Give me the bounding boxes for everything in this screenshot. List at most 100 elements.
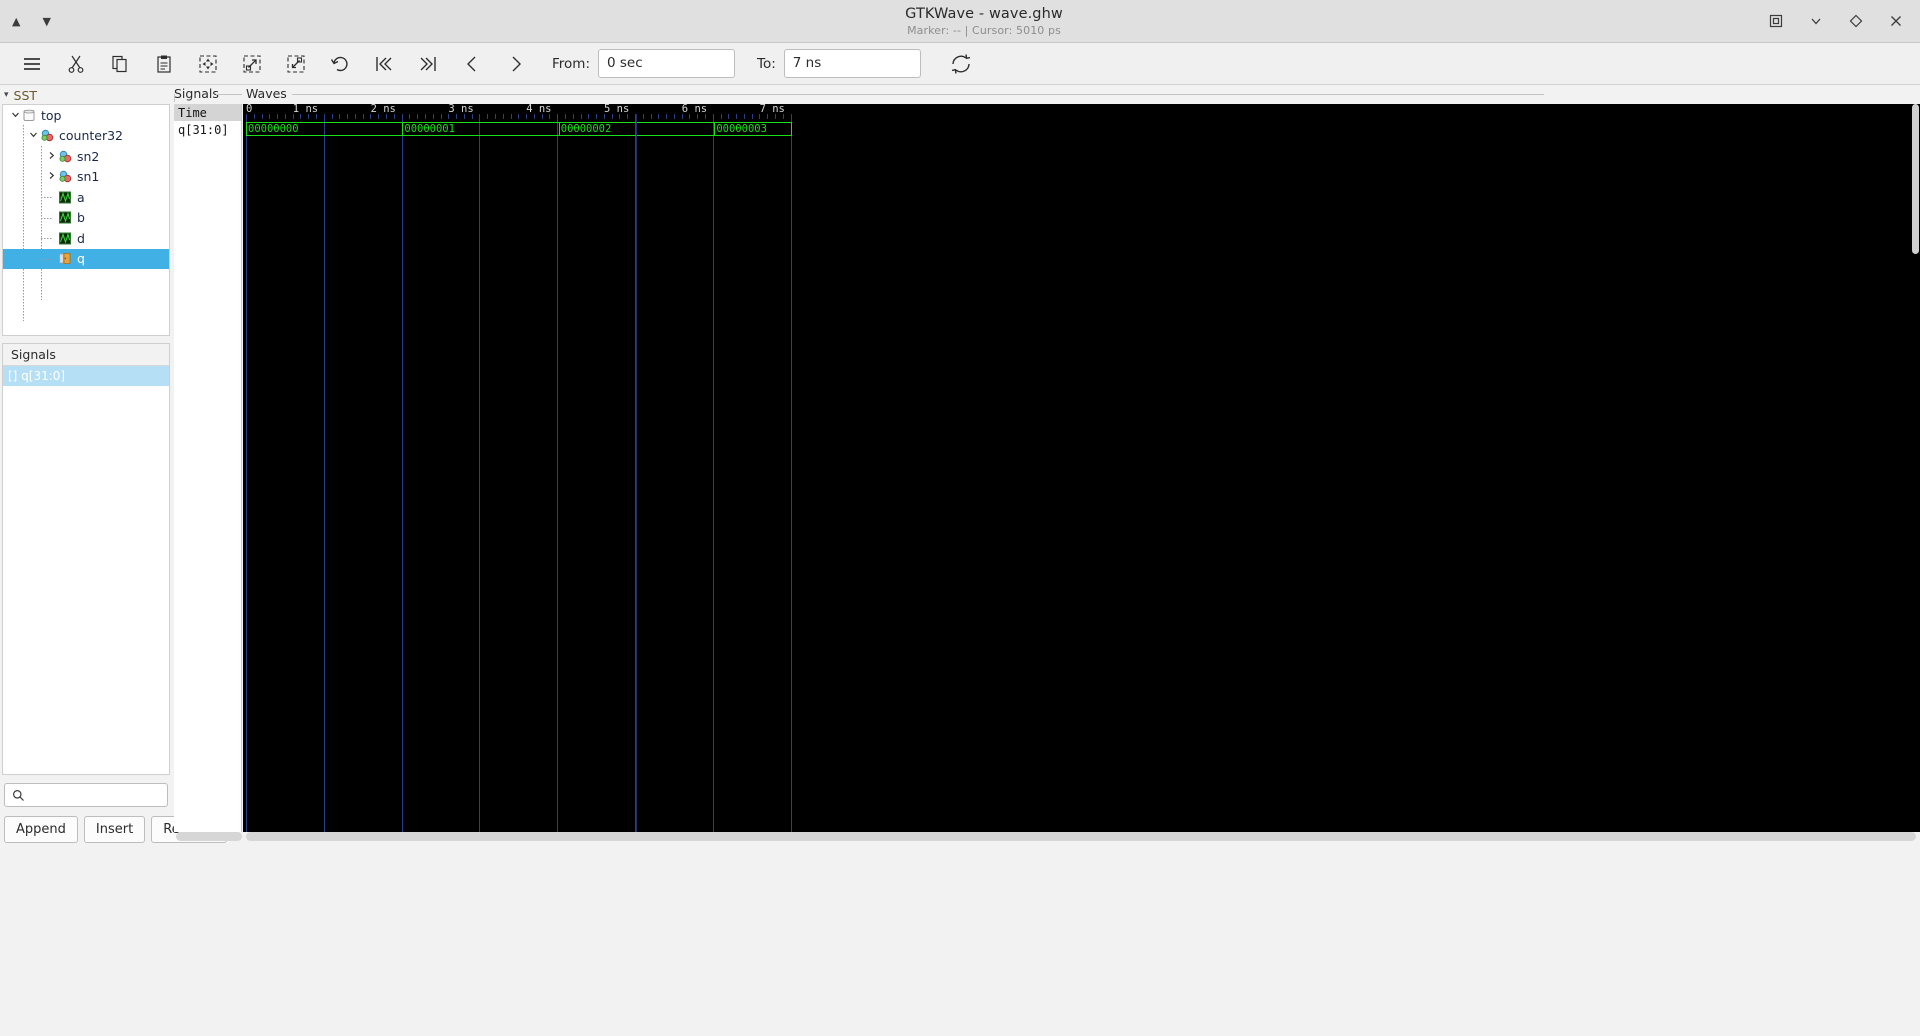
minor-tick (284, 114, 286, 119)
grid-line (790, 114, 792, 832)
minor-tick (658, 114, 660, 119)
minor-tick (681, 114, 683, 119)
bus-transition-edge (714, 122, 716, 136)
bus-transition-edge (246, 122, 247, 136)
nav-down-icon[interactable]: ▼ (42, 16, 50, 27)
restore-icon[interactable] (1768, 13, 1784, 29)
minor-tick (775, 114, 777, 119)
sst-tree[interactable]: top counter32 sn2 sn1 a b d q (2, 104, 170, 336)
close-icon[interactable] (1888, 13, 1904, 29)
time-tick-label: 5 ns (604, 104, 630, 115)
minor-tick (526, 114, 528, 119)
sst-horizontal-scrollbar[interactable] (176, 832, 242, 841)
minor-tick (736, 114, 738, 119)
menu-icon[interactable] (10, 44, 54, 84)
minor-tick (463, 114, 465, 119)
go-last-icon[interactable] (406, 44, 450, 84)
chevron-down-icon[interactable] (27, 130, 40, 141)
wave-horizontal-scrollbar[interactable] (246, 832, 1916, 841)
sst-tree-item-d[interactable]: d (3, 228, 169, 249)
minor-tick (751, 114, 753, 119)
zoom-in-icon[interactable] (230, 44, 274, 84)
sst-tree-item-counter32[interactable]: counter32 (3, 126, 169, 147)
wave-canvas[interactable]: 0 1 ns 2 ns 3 ns 4 ns 5 ns 6 ns 7 ns 00000000 00… (243, 104, 1920, 832)
paste-icon[interactable] (142, 44, 186, 84)
minor-tick (269, 114, 271, 119)
minor-tick (572, 114, 574, 119)
grid-line (479, 114, 481, 832)
search-icon (13, 789, 24, 801)
header-divider (292, 94, 1544, 95)
cut-icon[interactable] (54, 44, 98, 84)
sst-tree-item-top[interactable]: top (3, 105, 169, 126)
signal-row-label[interactable]: q[31:0] (174, 121, 241, 138)
insert-button[interactable]: Insert (83, 816, 146, 843)
wave-vertical-scrollbar[interactable] (1912, 104, 1919, 254)
minor-tick (642, 114, 644, 119)
time-tick-label: 2 ns (370, 104, 396, 115)
grid-line (557, 114, 559, 832)
grid-line (712, 114, 714, 832)
minor-tick (471, 114, 473, 119)
minor-tick (456, 114, 458, 119)
minor-tick (782, 114, 784, 119)
go-first-icon[interactable] (362, 44, 406, 84)
bus-transition-edge (402, 122, 404, 136)
sst-tree-item-sn1[interactable]: sn1 (3, 167, 169, 188)
minor-tick (308, 114, 310, 119)
maximize-icon[interactable] (1848, 13, 1864, 29)
chevron-right-icon[interactable] (45, 151, 58, 162)
minor-tick (541, 114, 543, 119)
minor-tick (603, 114, 605, 119)
minor-tick (261, 114, 263, 119)
sst-tree-item-q[interactable]: q (3, 248, 169, 269)
minor-tick (300, 114, 302, 119)
grid-line (246, 114, 247, 832)
time-ruler[interactable]: 0 1 ns 2 ns 3 ns 4 ns 5 ns 6 ns 7 ns (243, 104, 1920, 114)
sst-tree-item-sn2[interactable]: sn2 (3, 146, 169, 167)
bus-icon (58, 252, 73, 265)
time-tick-label: 0 (246, 104, 253, 115)
to-input[interactable]: 7 ns (783, 49, 921, 78)
search-input[interactable] (4, 783, 168, 807)
minor-tick (533, 114, 535, 119)
minor-tick (386, 114, 388, 119)
reload-icon[interactable] (939, 44, 983, 84)
cursor-line[interactable] (635, 114, 637, 832)
sst-tree-item-a[interactable]: a (3, 187, 169, 208)
header-divider (216, 94, 242, 95)
zoom-out-icon[interactable] (274, 44, 318, 84)
time-tick-label: 6 ns (681, 104, 708, 115)
time-tick-label: 1 ns (292, 104, 319, 115)
window-title: GTKWave - wave.ghw (905, 5, 1063, 22)
minor-tick (650, 114, 652, 119)
sst-header[interactable]: ▾ SST (0, 85, 172, 105)
minor-tick (564, 114, 566, 119)
chevron-right-icon[interactable] (45, 171, 58, 182)
sst-tree-item-label: a (77, 189, 85, 205)
bus-value-label: 00000000 (248, 123, 299, 135)
append-button[interactable]: Append (4, 816, 78, 843)
window-controls (1768, 13, 1920, 29)
titlebar-nav-group: ▲ ▼ (0, 16, 200, 27)
minimize-icon[interactable] (1808, 13, 1824, 29)
go-next-icon[interactable] (494, 44, 538, 84)
signal-list-item[interactable]: [] q[31:0] (3, 366, 169, 386)
instance-icon (58, 150, 73, 163)
minor-tick (331, 114, 333, 119)
minor-tick (619, 114, 621, 119)
copy-icon[interactable] (98, 44, 142, 84)
bus-value-label: 00000002 (560, 123, 612, 135)
nav-up-icon[interactable]: ▲ (12, 16, 20, 27)
minor-tick (370, 114, 372, 119)
undo-icon[interactable] (318, 44, 362, 84)
sst-tree-item-b[interactable]: b (3, 208, 169, 229)
from-input[interactable]: 0 sec (598, 49, 735, 78)
minor-tick (409, 114, 411, 119)
zoom-fit-icon[interactable] (186, 44, 230, 84)
signal-icon (58, 191, 73, 204)
chevron-down-icon[interactable] (9, 110, 22, 121)
minor-tick (347, 114, 349, 119)
minor-tick (728, 114, 730, 119)
go-prev-icon[interactable] (450, 44, 494, 84)
